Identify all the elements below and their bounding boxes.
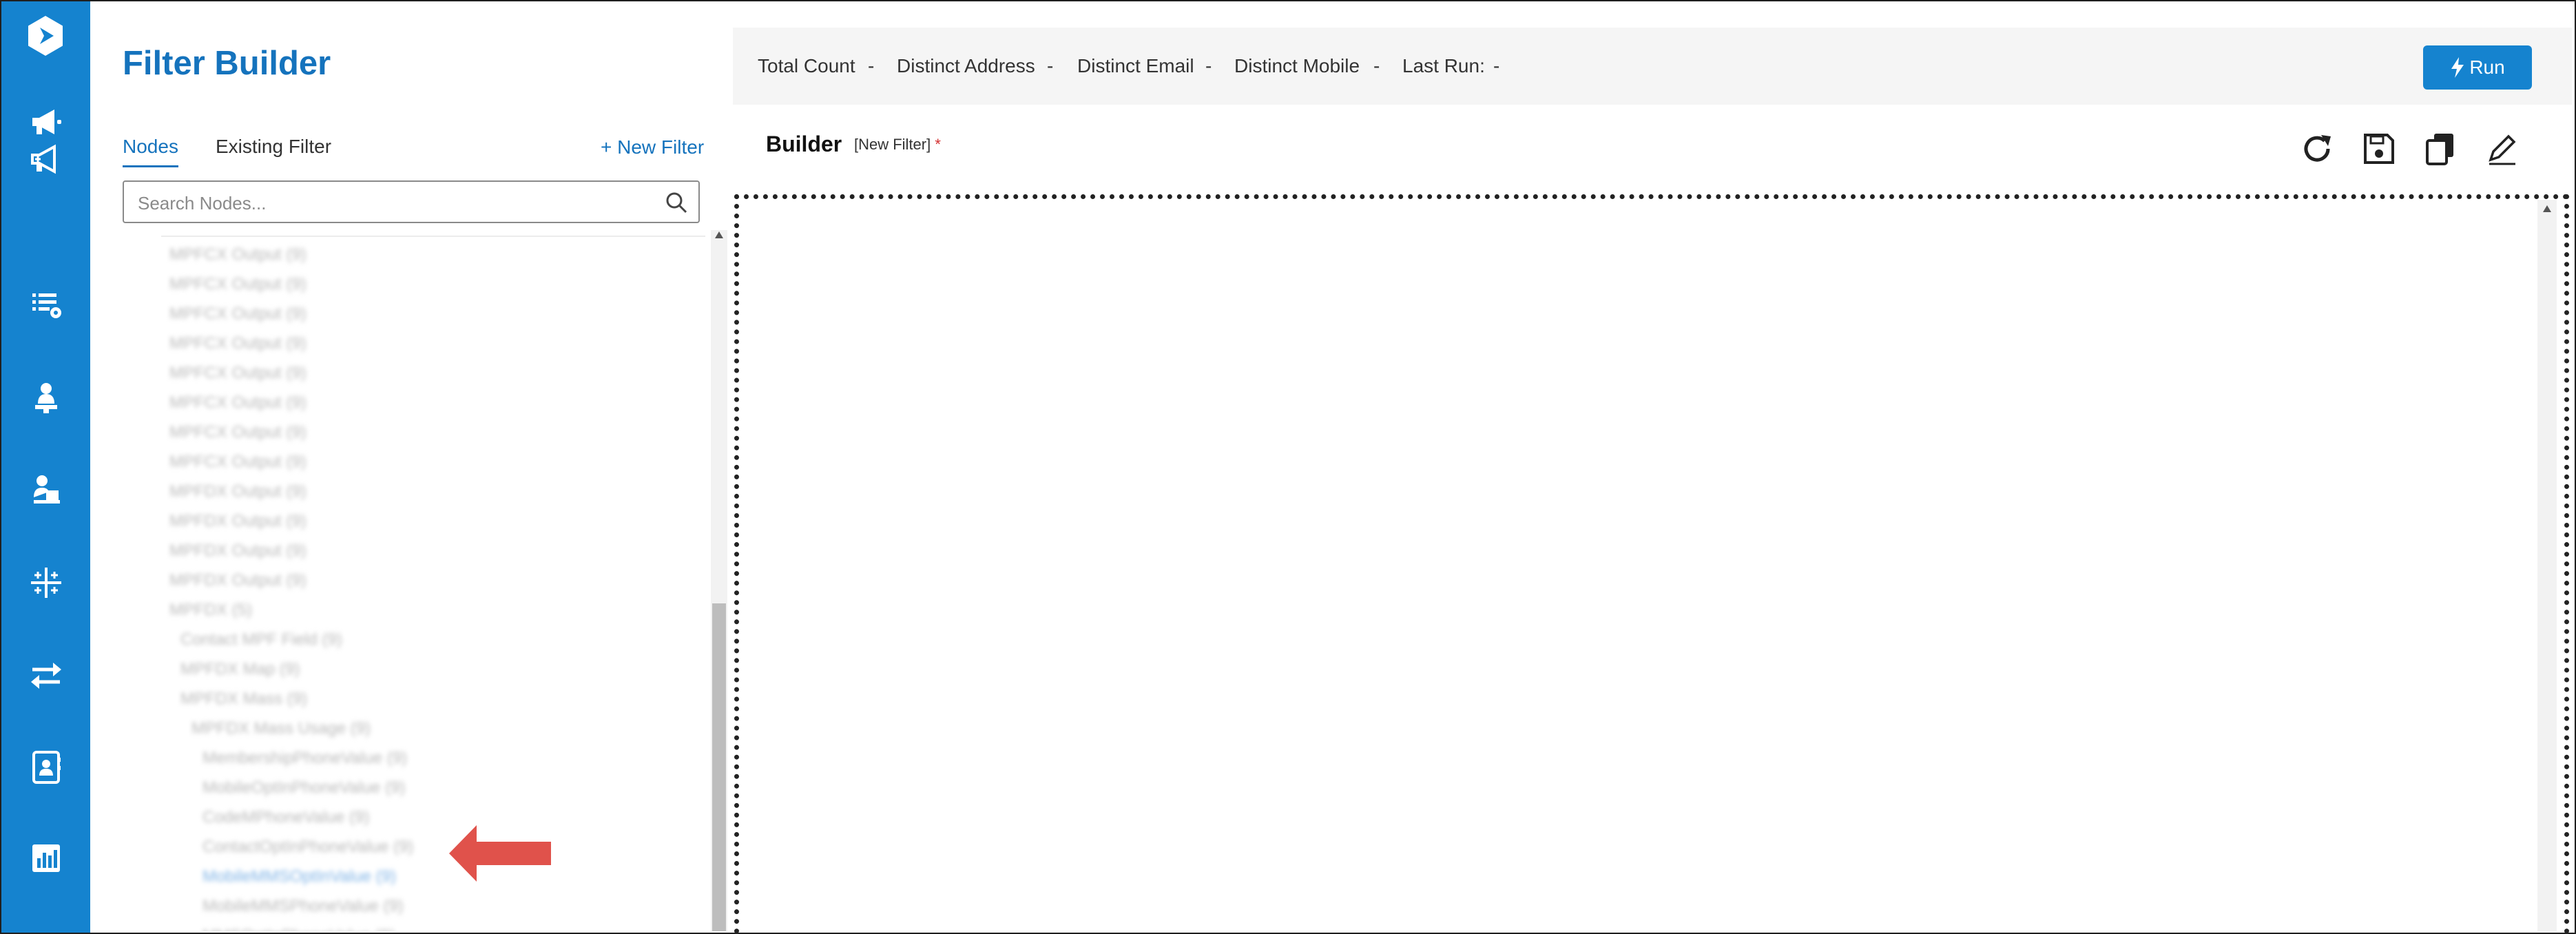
edit-icon[interactable] — [2481, 128, 2522, 169]
canvas-scroll-up-icon[interactable] — [2543, 205, 2551, 212]
tree-node[interactable]: MPFDX Mass (9) — [180, 689, 307, 712]
tree-node[interactable]: MPFCX Output (9) — [169, 453, 307, 475]
tree-node[interactable]: MPFDX Output (9) — [169, 512, 307, 534]
stats-bar: Total Count - Distinct Address - Distinc… — [733, 28, 2572, 105]
distinct-mobile-label: Distinct Mobile — [1234, 55, 1360, 76]
tree-node[interactable]: MPFDX Output (9) — [169, 482, 307, 504]
last-run-value: - — [1493, 55, 1500, 76]
list-settings-icon — [32, 293, 61, 318]
tree-node[interactable]: MobileMMSPhoneValue (9) — [202, 897, 404, 919]
lightning-icon — [2451, 57, 2464, 78]
run-button-label: Run — [2469, 56, 2505, 78]
copy-icon[interactable] — [2420, 128, 2462, 169]
tree-node[interactable]: MPFCX Output (9) — [169, 423, 307, 445]
tree-node[interactable]: MMSOptInPhoneValue (9) — [202, 926, 395, 931]
total-count-value: - — [868, 55, 875, 76]
tree-node[interactable]: MPFDX Mass Usage (9) — [191, 719, 371, 741]
builder-subtitle: [New Filter] — [854, 136, 931, 153]
builder-filter-name: [New Filter] * — [854, 136, 941, 154]
campaign-add-icon — [30, 144, 56, 174]
nav-item-lists[interactable] — [1, 271, 90, 338]
transfer-arrows-icon — [30, 663, 61, 689]
nav-item-transfer[interactable] — [1, 642, 90, 708]
distinct-email-value: - — [1205, 55, 1212, 76]
tree-node[interactable]: MPFDX (5) — [169, 601, 252, 623]
distinct-mobile-value: - — [1373, 55, 1380, 76]
search-input[interactable] — [136, 189, 649, 218]
new-filter-link[interactable]: + New Filter — [601, 136, 704, 158]
distinct-address-label: Distinct Address — [897, 55, 1035, 76]
bar-chart-icon — [32, 844, 60, 872]
contacts-book-icon — [32, 751, 61, 784]
tree-node-target[interactable]: MobileMMSOptInValue (9) — [202, 867, 396, 889]
tree-node[interactable]: MPFDX Output (9) — [169, 541, 307, 563]
page-title: Filter Builder — [123, 45, 331, 82]
total-count-label: Total Count — [758, 55, 855, 76]
nav-item-reports[interactable] — [1, 825, 90, 891]
tab-existing-filter[interactable]: Existing Filter — [216, 136, 331, 158]
tree-node[interactable]: ContactOptInPhoneValue (9) — [202, 838, 413, 860]
tree-node[interactable]: Contact MPF Field (9) — [180, 630, 342, 652]
user-laptop-icon — [33, 475, 60, 504]
builder-canvas[interactable] — [734, 194, 2569, 934]
nav-item-new-campaign[interactable] — [1, 126, 90, 192]
last-run-label: Last Run: — [1402, 55, 1485, 76]
search-icon[interactable] — [664, 190, 689, 215]
annotation-arrow-icon — [449, 825, 551, 882]
tree-node[interactable]: MPFCX Output (9) — [169, 275, 307, 297]
tab-nodes[interactable]: Nodes — [123, 136, 178, 167]
tree-node[interactable]: MPFDX Output (9) — [169, 571, 307, 593]
side-nav — [1, 1, 90, 933]
tree-node[interactable]: MPFCX Output (9) — [169, 393, 307, 415]
scroll-up-icon[interactable] — [715, 231, 723, 238]
distinct-email-label: Distinct Email — [1077, 55, 1194, 76]
tree-node[interactable]: MPFDX Map (9) — [180, 660, 300, 682]
nav-item-contacts[interactable] — [1, 734, 90, 800]
tree-node[interactable]: MPFCX Output (9) — [169, 364, 307, 386]
analytics-grid-icon — [30, 568, 61, 598]
nav-item-operators[interactable] — [1, 456, 90, 522]
distinct-address-value: - — [1047, 55, 1054, 76]
refresh-icon[interactable] — [2296, 128, 2338, 169]
run-button[interactable]: Run — [2423, 45, 2532, 90]
user-desk-icon — [34, 383, 57, 413]
tree-node[interactable]: MobileOptInPhoneValue (9) — [202, 778, 405, 800]
tree-node[interactable]: MPFCX Output (9) — [169, 245, 307, 267]
nav-item-analytics[interactable] — [1, 550, 90, 616]
tree-divider — [161, 236, 705, 237]
node-search — [123, 180, 700, 223]
app-logo-icon[interactable] — [23, 14, 67, 58]
tree-scrollbar[interactable] — [711, 230, 727, 931]
builder-title: Builder — [766, 132, 842, 156]
nav-item-agents[interactable] — [1, 364, 90, 430]
tree-node[interactable]: MembershipPhoneValue (9) — [202, 749, 407, 771]
tree-node[interactable]: MPFCX Output (9) — [169, 304, 307, 326]
unsaved-indicator: * — [935, 136, 941, 153]
tree-node[interactable]: MPFCX Output (9) — [169, 334, 307, 356]
save-icon[interactable] — [2358, 128, 2400, 169]
canvas-scrollbar[interactable] — [2537, 200, 2557, 931]
scroll-thumb[interactable] — [712, 603, 726, 931]
node-tree: MPFCX Output (9) MPFCX Output (9) MPFCX Ou… — [123, 229, 709, 931]
tree-node[interactable]: CodeMPhoneValue (9) — [202, 808, 369, 830]
